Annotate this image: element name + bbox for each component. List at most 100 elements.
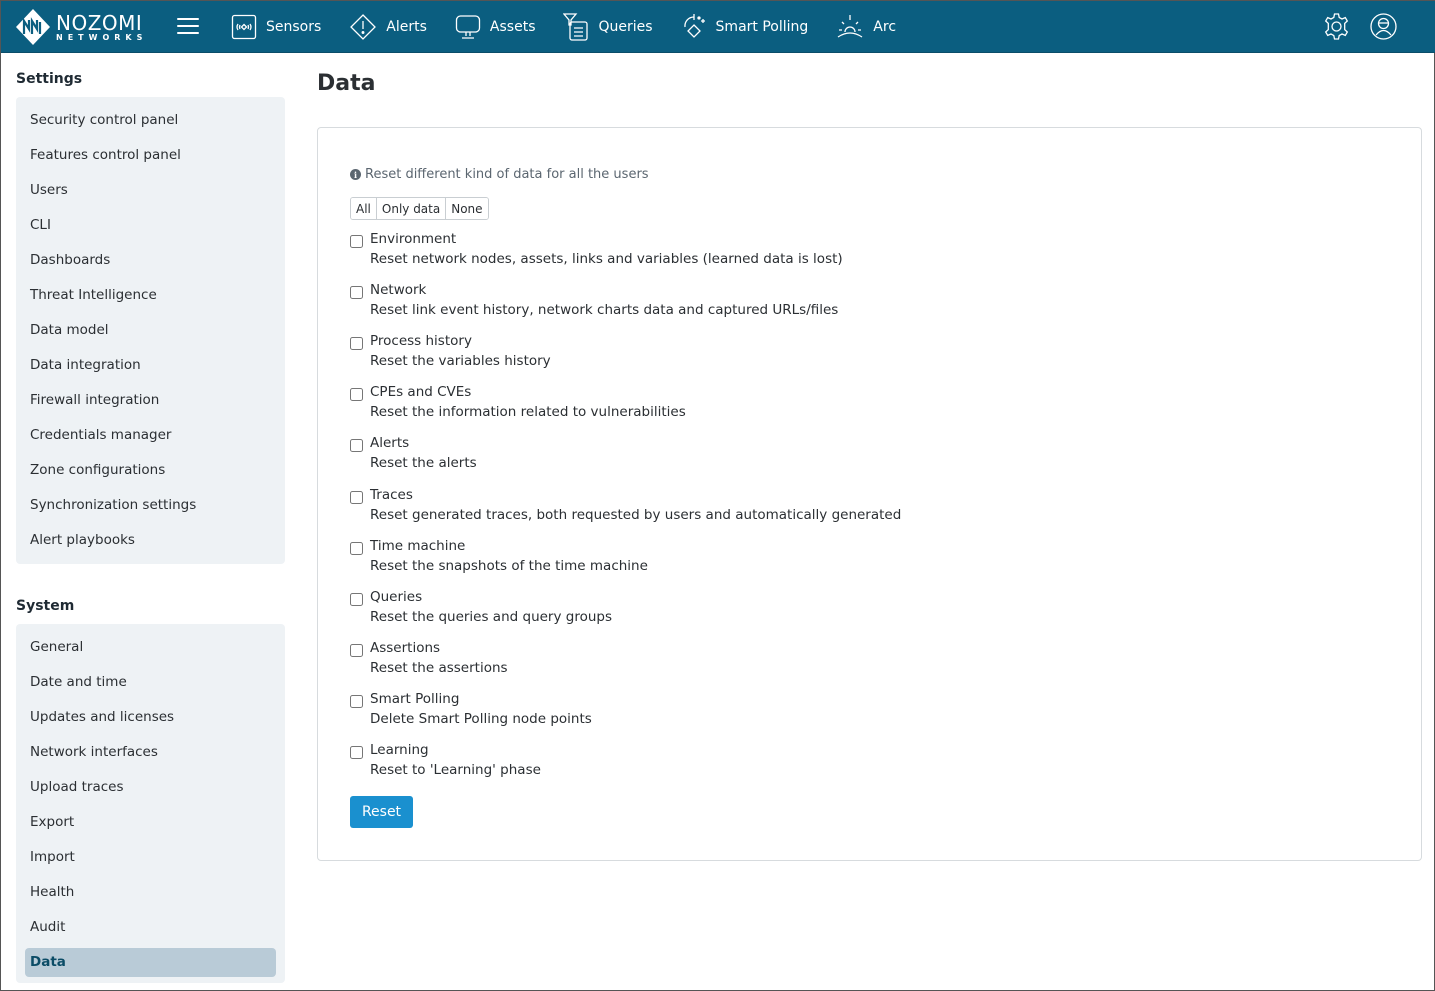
sidebar-item-security-control-panel[interactable]: Security control panel xyxy=(25,103,276,138)
nav-smart-polling[interactable]: Smart Polling xyxy=(681,13,809,41)
monitor-icon xyxy=(455,15,481,39)
nav-label: Queries xyxy=(598,19,653,35)
option-label: Process history xyxy=(370,333,472,349)
sidebar-item-export[interactable]: Export xyxy=(25,805,276,840)
hamburger-icon xyxy=(177,18,199,20)
option-label: Network xyxy=(370,282,427,298)
arc-icon xyxy=(837,15,863,38)
sidebar-item-zone-configurations[interactable]: Zone configurations xyxy=(25,453,276,488)
sidebar-item-cli[interactable]: CLI xyxy=(25,208,276,243)
option-description: Reset the assertions xyxy=(370,660,508,676)
brand-subtitle: NETWORKS xyxy=(56,32,148,42)
nav-label: Arc xyxy=(873,19,897,35)
sidebar-item-synchronization-settings[interactable]: Synchronization settings xyxy=(25,488,276,523)
learning-checkbox[interactable] xyxy=(350,746,363,759)
option-description: Delete Smart Polling node points xyxy=(370,711,592,727)
environment-checkbox[interactable] xyxy=(350,235,363,248)
option-description: Reset generated traces, both requested b… xyxy=(370,507,902,523)
sidebar-item-audit[interactable]: Audit xyxy=(25,910,276,945)
settings-sidebar: Settings Security control panel Features… xyxy=(16,53,285,983)
info-icon: i xyxy=(350,169,361,180)
user-avatar-icon[interactable] xyxy=(1369,12,1398,41)
nozomi-logo-icon xyxy=(16,9,50,45)
option-description: Reset network nodes, assets, links and v… xyxy=(370,251,843,267)
menu-toggle-button[interactable] xyxy=(177,18,199,34)
traces-checkbox[interactable] xyxy=(350,491,363,504)
sidebar-item-users[interactable]: Users xyxy=(25,173,276,208)
system-menu: General Date and time Updates and licens… xyxy=(16,624,285,983)
queries-checkbox[interactable] xyxy=(350,593,363,606)
option-label: Alerts xyxy=(370,435,410,451)
reset-data-panel: i Reset different kind of data for all t… xyxy=(317,127,1422,861)
option-label: Smart Polling xyxy=(370,691,460,707)
option-label: Environment xyxy=(370,231,457,247)
nav-arc[interactable]: Arc xyxy=(836,14,896,40)
page-title: Data xyxy=(317,71,376,96)
option-label: Time machine xyxy=(370,538,466,554)
option-description: Reset the snapshots of the time machine xyxy=(370,558,648,574)
gear-icon[interactable] xyxy=(1322,12,1351,41)
selection-button-group: All Only data None xyxy=(350,197,489,220)
nav-sensors[interactable]: Sensors xyxy=(231,14,321,40)
option-description: Reset the information related to vulnera… xyxy=(370,404,686,420)
alerts-checkbox[interactable] xyxy=(350,439,363,452)
sidebar-item-alert-playbooks[interactable]: Alert playbooks xyxy=(25,523,276,558)
smart-polling-icon xyxy=(683,14,705,38)
nav-label: Alerts xyxy=(386,19,427,35)
select-only-data-button[interactable]: Only data xyxy=(376,198,447,219)
nav-alerts[interactable]: Alerts xyxy=(349,13,427,41)
smart-polling-checkbox[interactable] xyxy=(350,695,363,708)
option-description: Reset the queries and query groups xyxy=(370,609,613,625)
option-label: Assertions xyxy=(370,640,441,656)
sidebar-item-data-model[interactable]: Data model xyxy=(25,313,276,348)
reset-button[interactable]: Reset xyxy=(350,796,413,828)
option-label: Queries xyxy=(370,589,423,605)
option-description: Reset the variables history xyxy=(370,353,551,369)
sidebar-item-firewall-integration[interactable]: Firewall integration xyxy=(25,383,276,418)
select-all-button[interactable]: All xyxy=(351,198,377,219)
sidebar-item-threat-intelligence[interactable]: Threat Intelligence xyxy=(25,278,276,313)
nav-label: Assets xyxy=(489,19,536,35)
nav-label: Sensors xyxy=(266,19,322,35)
option-description: Reset the alerts xyxy=(370,455,477,471)
option-description: Reset link event history, network charts… xyxy=(370,302,839,318)
process-history-checkbox[interactable] xyxy=(350,337,363,350)
sidebar-item-credentials-manager[interactable]: Credentials manager xyxy=(25,418,276,453)
nav-queries[interactable]: Queries xyxy=(563,13,653,41)
main-nav: Sensors Alerts Assets Queries Smart Poll… xyxy=(231,1,924,53)
cpes-and-cves-checkbox[interactable] xyxy=(350,388,363,401)
info-text: Reset different kind of data for all the… xyxy=(365,167,649,182)
sidebar-item-import[interactable]: Import xyxy=(25,840,276,875)
settings-section-title: Settings xyxy=(16,71,83,87)
sidebar-item-updates-and-licenses[interactable]: Updates and licenses xyxy=(25,700,276,735)
option-label: CPEs and CVEs xyxy=(370,384,472,400)
assertions-checkbox[interactable] xyxy=(350,644,363,657)
nav-label: Smart Polling xyxy=(715,19,809,35)
option-label: Learning xyxy=(370,742,429,758)
sidebar-item-network-interfaces[interactable]: Network interfaces xyxy=(25,735,276,770)
select-none-button[interactable]: None xyxy=(446,198,488,219)
sensors-icon xyxy=(231,14,257,40)
sidebar-item-features-control-panel[interactable]: Features control panel xyxy=(25,138,276,173)
info-message: i Reset different kind of data for all t… xyxy=(350,167,649,182)
sidebar-item-data-integration[interactable]: Data integration xyxy=(25,348,276,383)
option-description: Reset to 'Learning' phase xyxy=(370,762,541,778)
hamburger-line xyxy=(177,25,199,27)
system-section-title: System xyxy=(16,598,75,614)
option-label: Traces xyxy=(370,487,413,503)
hamburger-line xyxy=(177,32,199,34)
nozomi-logo[interactable]: NOZOMI NETWORKS xyxy=(15,8,147,46)
nav-assets[interactable]: Assets xyxy=(455,14,536,40)
brand-name: NOZOMI xyxy=(56,10,143,35)
sidebar-item-general[interactable]: General xyxy=(25,630,276,665)
sidebar-item-health[interactable]: Health xyxy=(25,875,276,910)
sidebar-item-date-and-time[interactable]: Date and time xyxy=(25,665,276,700)
time-machine-checkbox[interactable] xyxy=(350,542,363,555)
top-navigation-bar: NOZOMI NETWORKS Sensors Alerts Assets Qu… xyxy=(1,1,1435,53)
sidebar-item-dashboards[interactable]: Dashboards xyxy=(25,243,276,278)
network-checkbox[interactable] xyxy=(350,286,363,299)
sidebar-item-data[interactable]: Data xyxy=(25,948,276,977)
settings-menu: Security control panel Features control … xyxy=(16,97,285,564)
queries-icon xyxy=(563,13,589,41)
sidebar-item-upload-traces[interactable]: Upload traces xyxy=(25,770,276,805)
